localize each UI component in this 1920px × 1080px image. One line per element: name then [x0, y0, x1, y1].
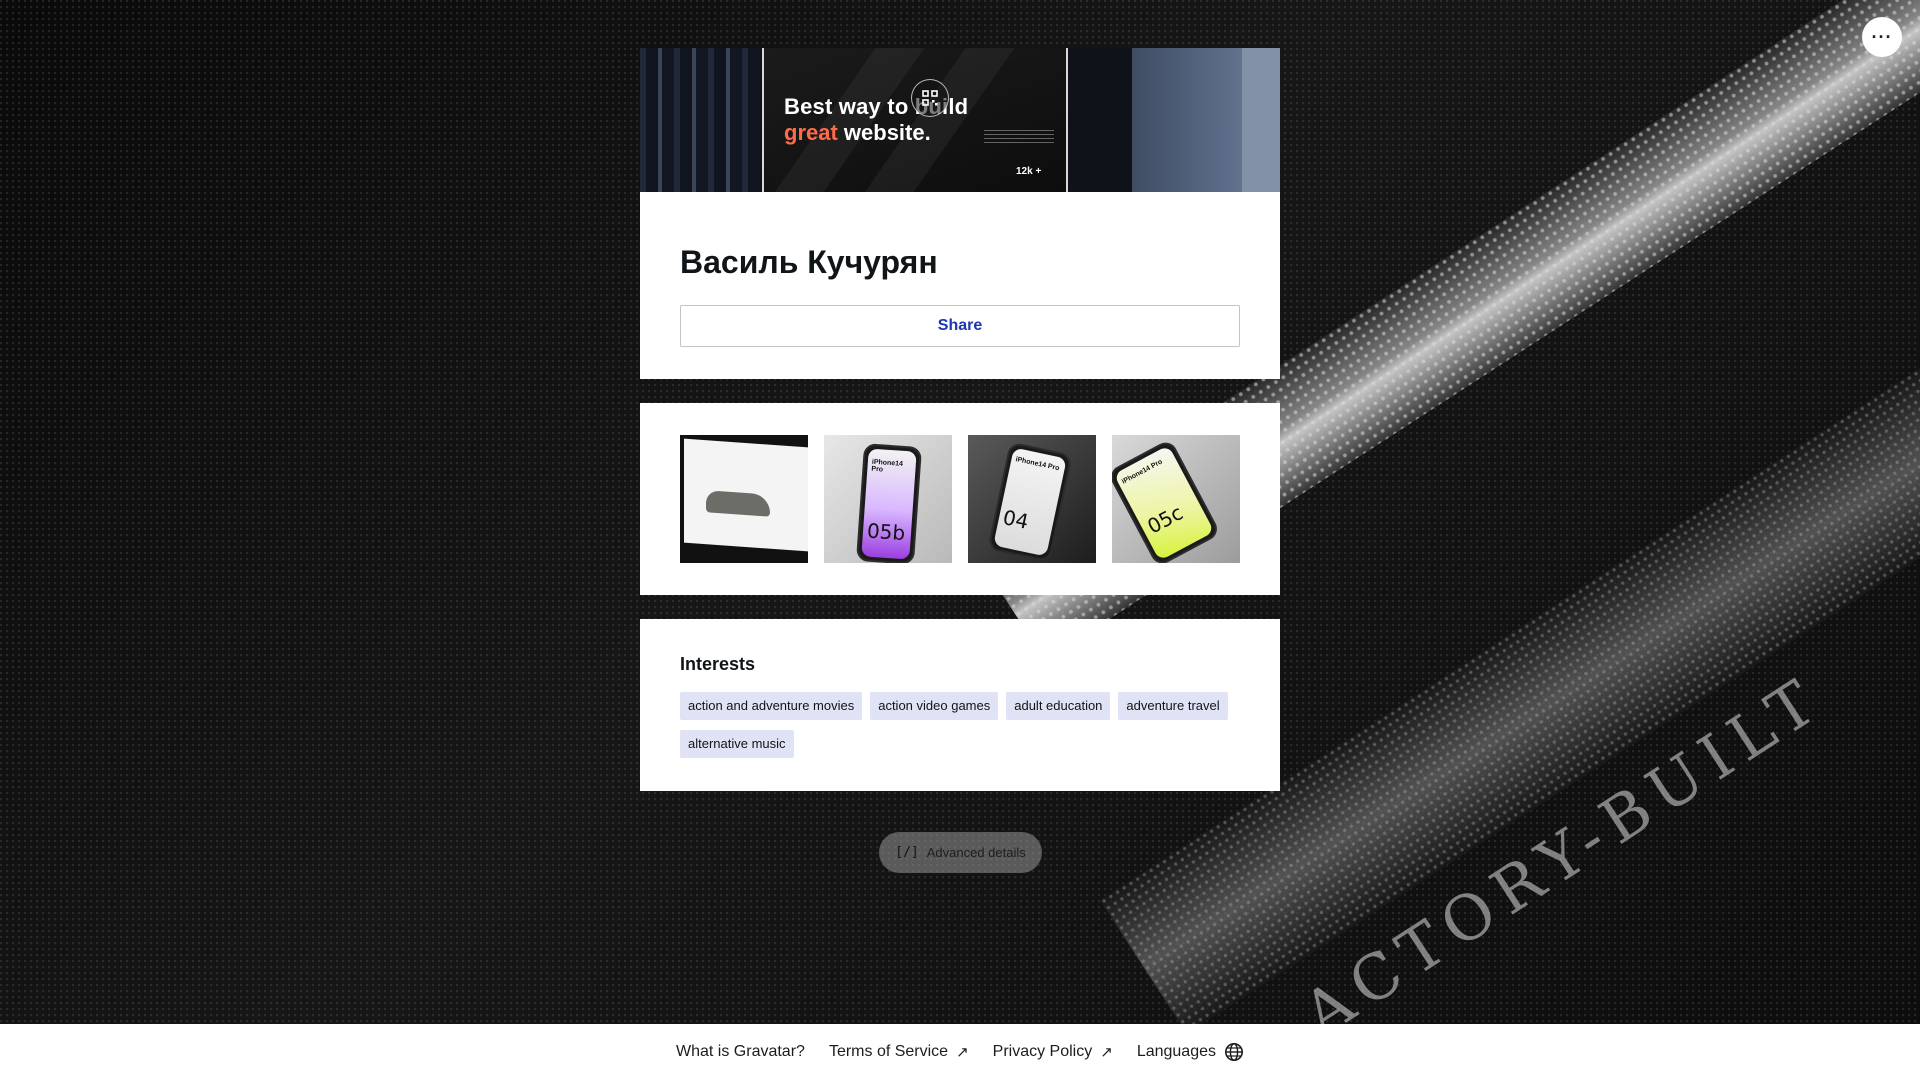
interest-tag[interactable]: adventure travel: [1118, 692, 1228, 720]
interest-tag[interactable]: alternative music: [680, 730, 794, 758]
footer-link-languages[interactable]: Languages: [1137, 1042, 1244, 1062]
gallery-photo-car-site[interactable]: [680, 435, 808, 563]
interests-title: Interests: [680, 654, 756, 674]
gallery-photo-iphone-05c[interactable]: iPhone14 Pro 05c: [1112, 435, 1240, 563]
hero-line2-rest: website.: [837, 120, 931, 145]
header-screen: Best way to build great website. 12k +: [762, 48, 1068, 192]
phone-number-label: 05c: [1143, 500, 1187, 539]
code-icon: [/]: [895, 845, 919, 860]
interests-card: Interests action and adventure movies ac…: [640, 619, 1280, 791]
header-right-panel: [1132, 48, 1280, 192]
ellipsis-icon: ···: [1871, 26, 1893, 47]
qr-code-icon: [922, 90, 938, 106]
interest-tag[interactable]: action video games: [870, 692, 999, 720]
phone-model-label: iPhone14 Pro: [1120, 458, 1164, 486]
footer: What is Gravatar? Terms of Service ↗ Pri…: [0, 1024, 1920, 1080]
interest-tag[interactable]: action and adventure movies: [680, 692, 863, 720]
phone-mockup: iPhone14 Pro 04: [987, 441, 1073, 563]
globe-icon: [1225, 1043, 1243, 1061]
profile-card: Best way to build great website. 12k + В…: [640, 48, 1280, 379]
hero-stat: 12k +: [1016, 166, 1042, 177]
footer-link-what-is-gravatar[interactable]: What is Gravatar?: [676, 1043, 805, 1061]
more-options-button[interactable]: ···: [1862, 17, 1902, 57]
hero-line2: great website.: [784, 120, 931, 146]
phone-number-label: 05b: [866, 518, 906, 546]
phone-display: iPhone14 Pro 04: [993, 447, 1067, 557]
phone-mockup: iPhone14 Pro 05b: [855, 443, 923, 563]
phone-display: iPhone14 Pro 05b: [861, 448, 917, 560]
advanced-details-button[interactable]: [/] Advanced details: [879, 832, 1042, 873]
laptop-screen: [684, 438, 808, 552]
hero-accent-word: great: [784, 120, 838, 145]
car-shape: [706, 490, 770, 517]
qr-code-button[interactable]: [911, 79, 949, 117]
phone-number-label: 04: [1000, 505, 1031, 534]
header-stripes: [640, 48, 760, 192]
gallery-card: iPhone14 Pro 05b iPhone14 Pro 04 iPhone1…: [640, 403, 1280, 595]
advanced-details-label: Advanced details: [926, 845, 1026, 860]
footer-link-privacy[interactable]: Privacy Policy ↗: [993, 1043, 1113, 1061]
header-image: Best way to build great website. 12k +: [640, 48, 1280, 192]
gallery-photo-iphone-04[interactable]: iPhone14 Pro 04: [968, 435, 1096, 563]
interest-tags: action and adventure movies action video…: [680, 692, 1250, 758]
share-button[interactable]: Share: [680, 305, 1240, 347]
interest-tag[interactable]: adult education: [1006, 692, 1111, 720]
footer-link-label: Terms of Service: [828, 1043, 949, 1060]
external-link-icon: ↗: [1100, 1044, 1113, 1061]
gallery-photo-iphone-05b[interactable]: iPhone14 Pro 05b: [824, 435, 952, 563]
footer-link-label: Languages: [1136, 1043, 1216, 1060]
phone-mockup: iPhone14 Pro 05c: [1112, 438, 1222, 563]
phone-model-label: iPhone14 Pro: [1014, 456, 1060, 473]
profile-name: Василь Кучурян: [680, 244, 938, 280]
hero-small-text: [984, 130, 1054, 146]
phone-model-label: iPhone14 Pro: [871, 458, 904, 474]
phone-display: iPhone14 Pro 05c: [1113, 445, 1215, 561]
external-link-icon: ↗: [956, 1044, 969, 1061]
footer-link-terms[interactable]: Terms of Service ↗: [829, 1043, 969, 1061]
footer-link-label: Privacy Policy: [992, 1043, 1093, 1060]
footer-link-label: What is Gravatar?: [676, 1043, 805, 1060]
